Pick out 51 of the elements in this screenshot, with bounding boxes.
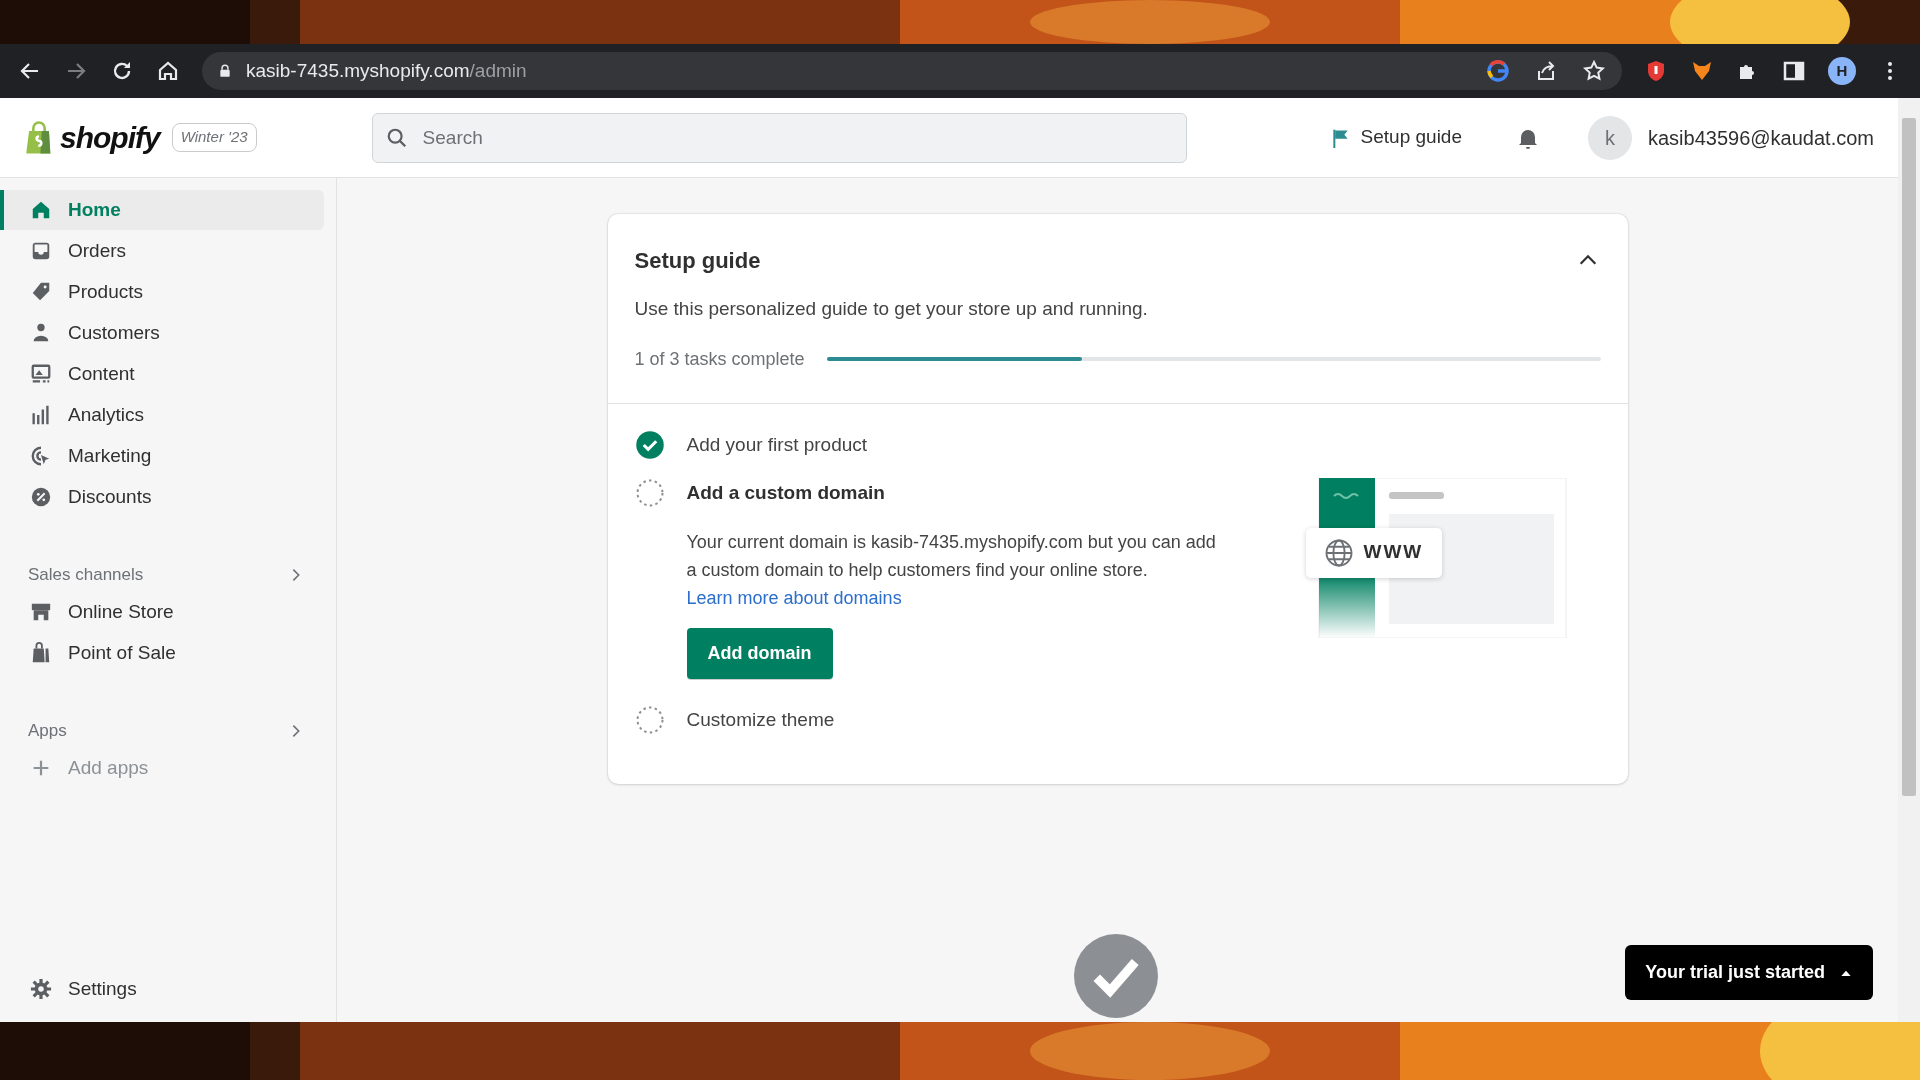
logo-text: shopify: [60, 120, 160, 156]
section-heading: Apps: [28, 720, 67, 743]
tag-icon: [30, 281, 52, 303]
www-text: WWW: [1363, 540, 1424, 565]
nav-item[interactable]: Customers: [0, 313, 324, 353]
nav-item[interactable]: Analytics: [0, 395, 324, 435]
checkmark-circle-icon: [1074, 934, 1158, 1018]
bar-chart-icon: [30, 404, 52, 426]
card-title: Setup guide: [634, 247, 761, 275]
add-domain-button[interactable]: Add domain: [686, 627, 833, 679]
nav-item[interactable]: Content: [0, 354, 324, 394]
nav-item[interactable]: Point of Sale: [0, 633, 324, 673]
address-bar[interactable]: kasib-7435.myshopify.com/admin: [202, 52, 1622, 90]
storefront-icon: [30, 601, 52, 623]
nav-item[interactable]: Online Store: [0, 592, 324, 632]
nav-item[interactable]: Discounts: [0, 477, 324, 517]
discount-icon: [30, 486, 52, 508]
edition-badge: Winter '23: [171, 123, 257, 152]
nav-item[interactable]: Home: [0, 190, 324, 230]
globe-icon: [1323, 537, 1354, 568]
scrollbar[interactable]: [1898, 98, 1920, 1022]
avatar[interactable]: k: [1588, 115, 1632, 160]
lock-icon: [218, 63, 232, 79]
task-title[interactable]: Add a custom domain: [686, 477, 1217, 508]
sidebar-icon[interactable]: [1782, 59, 1806, 83]
target-icon: [30, 445, 52, 467]
star-icon[interactable]: [1582, 59, 1606, 83]
trial-button[interactable]: Your trial just started: [1625, 945, 1873, 1000]
home-icon: [30, 199, 52, 221]
inbox-icon: [30, 240, 52, 262]
nav-item[interactable]: Orders: [0, 231, 324, 271]
settings-item[interactable]: Settings: [0, 969, 324, 1009]
task-description: Your current domain is kasib-7435.myshopify.com but you can add a custom domain to help customers find your online store. Learn more about domains: [686, 530, 1217, 610]
image-icon: [30, 363, 52, 385]
url-text: kasib-7435.myshopify.com/admin: [246, 58, 527, 83]
nav-item[interactable]: Products: [0, 272, 324, 312]
progress-text: 1 of 3 tasks complete: [634, 347, 805, 371]
section-heading: Sales channels: [28, 564, 144, 587]
task-title[interactable]: Customize theme: [686, 704, 835, 735]
home-icon[interactable]: [156, 59, 180, 83]
settings-icon: [30, 978, 52, 1000]
bag-icon: [30, 642, 52, 664]
account-email[interactable]: kasib43596@kaudat.com: [1648, 122, 1874, 153]
search-field[interactable]: Search: [371, 112, 1187, 163]
google-icon[interactable]: [1486, 59, 1510, 83]
learn-more-link[interactable]: Learn more about domains: [686, 587, 902, 608]
profile-avatar[interactable]: H: [1828, 57, 1856, 85]
card-subtitle: Use this personalized guide to get your store up and running.: [634, 297, 1149, 321]
setup-guide-link[interactable]: Setup guide: [1324, 122, 1468, 153]
nav-item[interactable]: Marketing: [0, 436, 324, 476]
task-title[interactable]: Add your first product: [686, 429, 868, 460]
